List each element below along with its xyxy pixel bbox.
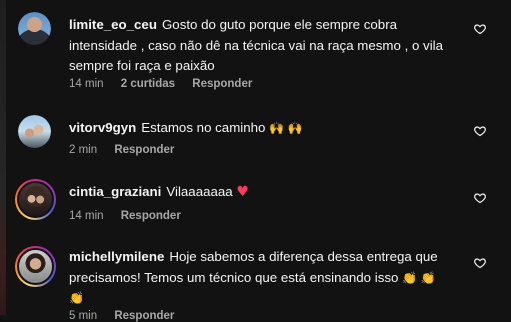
comment-time: 14 min [69, 78, 104, 90]
clapping-hands-emoji: 👏 👏 [402, 270, 436, 285]
comment-text: Vilaaaaaaa [166, 184, 233, 199]
raised-hands-emoji: 🙌 🙌 [269, 121, 303, 135]
comment-meta: 2 min Responder [69, 144, 188, 156]
avatar[interactable] [18, 115, 51, 148]
comment-body: vitorv9gyn Estamos no caminho 🙌 🙌 [69, 118, 454, 139]
comment-body: limite_eo_ceu Gosto do guto porque ele se… [69, 15, 454, 77]
like-heart-icon[interactable] [474, 192, 486, 204]
comment-meta: 14 min 2 curtidas Responder [69, 78, 266, 90]
like-heart-icon[interactable] [474, 125, 486, 137]
comment-item: vitorv9gyn Estamos no caminho 🙌 🙌 2 min R… [0, 100, 511, 170]
like-heart-icon[interactable] [474, 257, 486, 269]
comment-username[interactable]: cintia_graziani [69, 184, 161, 199]
comment-body: michellymilene Hoje sabemos a diferença d… [69, 247, 454, 309]
comment-meta: 14 min Responder [69, 210, 195, 222]
comment-item: michellymilene Hoje sabemos a diferença d… [0, 240, 511, 322]
comment-time: 5 min [69, 310, 98, 322]
comment-meta: 5 min Responder [69, 310, 188, 322]
clapping-hands-emoji: 👏 [69, 291, 84, 305]
like-heart-icon[interactable] [474, 23, 486, 35]
comment-username[interactable]: michellymilene [69, 249, 164, 264]
comment-item: limite_eo_ceu Gosto do guto porque ele se… [0, 0, 511, 100]
comment-text: Estamos no caminho [141, 120, 266, 135]
reply-button[interactable]: Responder [192, 78, 252, 90]
avatar-story-ring[interactable] [15, 179, 56, 220]
comment-time: 2 min [69, 144, 98, 156]
reply-button[interactable]: Responder [114, 310, 174, 322]
comment-likes[interactable]: 2 curtidas [121, 78, 175, 90]
red-heart-emoji: ♥ [236, 184, 249, 200]
avatar-story-ring[interactable] [15, 246, 56, 287]
comment-username[interactable]: limite_eo_ceu [69, 17, 157, 32]
comment-body: cintia_graziani Vilaaaaaaa ♥ [69, 182, 454, 203]
comment-item: cintia_graziani Vilaaaaaaa ♥ 14 min Respo… [0, 170, 511, 240]
comment-time: 14 min [69, 210, 104, 222]
avatar[interactable] [18, 12, 51, 45]
comment-username[interactable]: vitorv9gyn [69, 120, 136, 135]
reply-button[interactable]: Responder [121, 210, 181, 222]
reply-button[interactable]: Responder [114, 144, 174, 156]
